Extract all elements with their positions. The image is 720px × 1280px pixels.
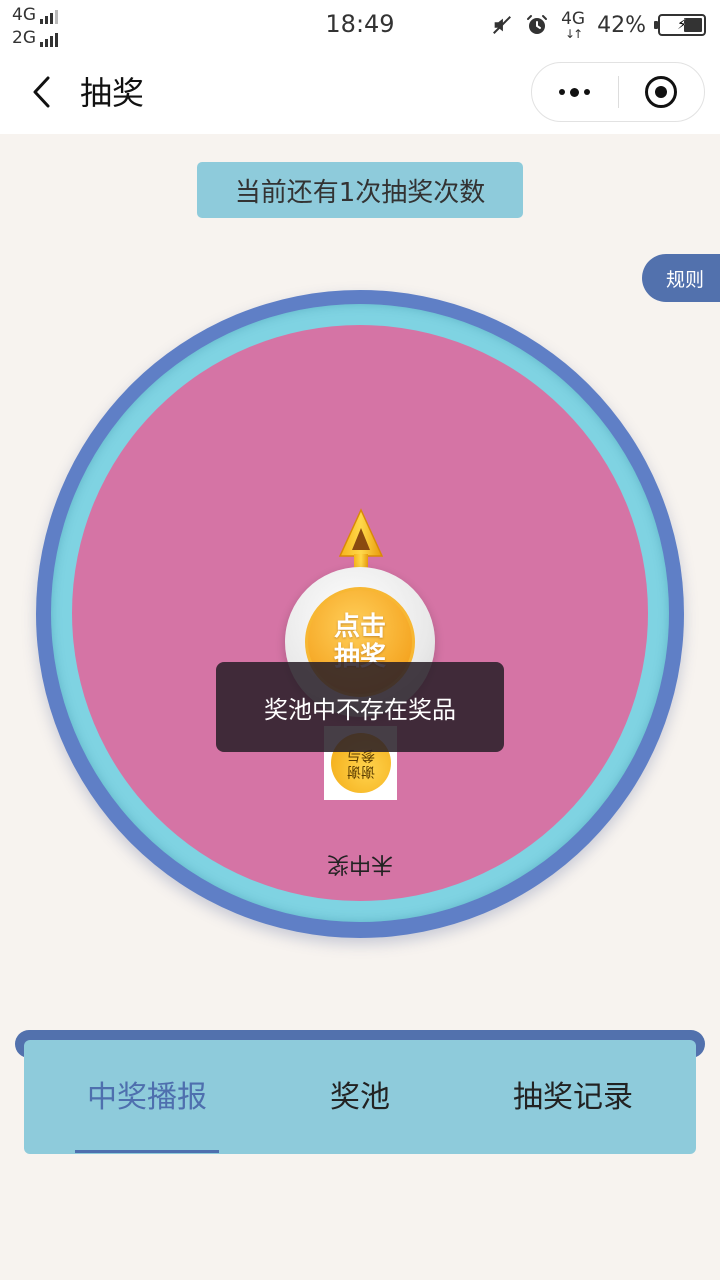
mute-icon [493, 16, 512, 34]
nav-bar: 抽奖 [0, 52, 720, 134]
more-button[interactable] [532, 63, 618, 121]
alarm-icon [527, 15, 548, 34]
start-button-line1: 点击 [333, 612, 386, 642]
pointer-arrow-icon [338, 508, 384, 572]
wheel-segment-label: 未中奖 [327, 851, 394, 876]
page-title: 抽奖 [80, 74, 145, 112]
rules-button[interactable]: 规则 [642, 254, 720, 302]
target-icon [645, 76, 678, 108]
tab-winners[interactable]: 中奖播报 [74, 1073, 220, 1123]
charging-icon: ⚡ [677, 17, 687, 33]
status-bar: 4G 2G 18:49 4G ↓↑ 42% ⚡ [0, 0, 720, 52]
network-type-right: 4G [561, 8, 586, 29]
battery-icon: ⚡ [654, 14, 706, 36]
close-mini-program-button[interactable] [619, 63, 705, 121]
remaining-chances-banner: 当前还有1次抽奖次数 [197, 162, 523, 218]
status-icons: 4G ↓↑ 42% ⚡ [491, 8, 706, 42]
tab-draw-records[interactable]: 抽奖记录 [500, 1073, 646, 1123]
tab-prize-pool[interactable]: 奖池 [300, 1073, 420, 1123]
data-arrows-icon: ↓↑ [565, 26, 583, 41]
toast-message: 奖池中不存在奖品 [216, 662, 504, 752]
data-network-icon: 4G ↓↑ [561, 8, 586, 41]
chevron-left-icon [33, 76, 50, 108]
active-tab-indicator [75, 1150, 219, 1153]
back-button[interactable] [22, 72, 62, 112]
mini-program-capsule [531, 62, 705, 122]
battery-percent: 42% [597, 12, 646, 38]
